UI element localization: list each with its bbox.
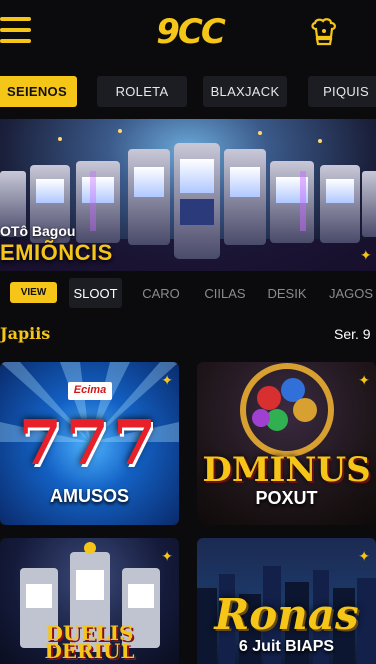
favorite-star-icon[interactable]: ✦ [358,372,370,389]
game-card[interactable]: DMINUS POXUT ✦ [197,362,376,525]
filter-tab-ciilas[interactable]: CIILAS [198,278,252,308]
filter-tab-sloot[interactable]: SLOOT [69,278,122,308]
view-button[interactable]: VIEW [10,282,57,303]
game-title: DUELIS DERIUL [44,621,135,663]
banner-subtitle: EMIÕNCIS [0,240,113,265]
tab-blaxjack[interactable]: BLAXJACK [203,76,287,107]
game-card[interactable]: Ronas 6 Juit BIAPS ✦ [197,538,376,664]
tab-roleta[interactable]: ROLETA [97,76,187,107]
category-tabs: SEIENOS ROLETA BLAXJACK PIQUIS [0,76,376,108]
section-title: Japiis [0,324,51,343]
banner-title: OTô Bagou [0,223,76,239]
game-title: Ronas [214,590,359,639]
game-card[interactable]: DUELIS DERIUL ✦ [0,538,179,664]
tab-seienos[interactable]: SEIENOS [0,76,77,107]
filter-tab-jagos[interactable]: JAGOS [326,278,376,308]
favorite-star-icon[interactable]: ✦ [358,548,370,565]
game-subtitle: POXUT [255,488,318,508]
promo-banner[interactable]: OTô Bagou EMIÕNCIS ✦ [0,119,376,271]
game-title: 777 [18,406,161,479]
game-subtitle: AMUSOS [49,486,129,506]
game-title: DMINUS [202,450,371,490]
sparkle-icon: ✦ [360,247,372,263]
chef-hat-icon[interactable] [308,17,340,47]
see-all-link[interactable]: Ser. 9 [334,326,371,342]
app-logo[interactable]: 9CC [150,12,230,52]
app-header: 9CC [0,0,376,64]
filter-tab-caro[interactable]: CARO [136,278,186,308]
game-badge: Ecima [73,384,107,396]
favorite-star-icon[interactable]: ✦ [161,372,173,389]
tab-piquis[interactable]: PIQUIS [308,76,376,107]
hamburger-icon[interactable] [0,17,32,45]
filter-tab-desik[interactable]: DESIK [262,278,312,308]
favorite-star-icon[interactable]: ✦ [161,548,173,565]
game-card[interactable]: Ecima 777 AMUSOS ✦ [0,362,179,525]
game-subtitle: 6 Juit BIAPS [238,638,335,655]
filter-row: VIEW SLOOT CARO CIILAS DESIK JAGOS [0,276,376,310]
